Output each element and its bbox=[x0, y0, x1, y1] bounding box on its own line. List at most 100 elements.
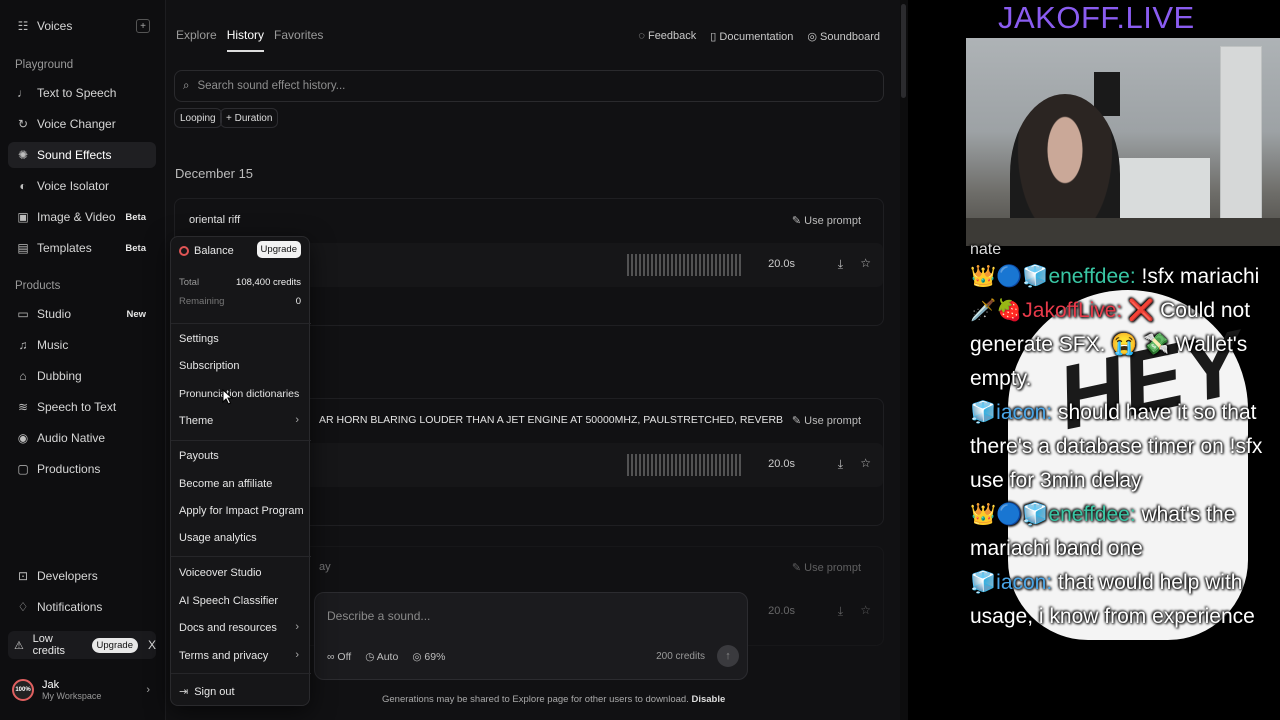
use-prompt-button[interactable]: ✎ Use prompt bbox=[792, 414, 861, 427]
search-input[interactable]: ⌕ Search sound effect history... bbox=[174, 70, 884, 102]
user-menu-trigger[interactable]: 100% Jak My Workspace › bbox=[12, 676, 156, 704]
menu-item-docs-resources[interactable]: Docs and resources bbox=[179, 622, 303, 634]
divider bbox=[171, 673, 311, 674]
sidebar-item-productions[interactable]: ▢ Productions bbox=[8, 456, 156, 482]
sidebar-item-notifications[interactable]: ♢ Notifications bbox=[8, 594, 156, 620]
menu-item-become-affiliate[interactable]: Become an affiliate bbox=[179, 478, 303, 490]
tab-history[interactable]: History bbox=[226, 28, 265, 52]
documentation-link[interactable]: ▯ Documentation bbox=[710, 30, 793, 43]
chat-message: 👑🔵🧊eneffdee: !sfx mariachi bbox=[970, 260, 1278, 294]
menu-item-ai-speech-classifier[interactable]: AI Speech Classifier bbox=[179, 595, 303, 607]
menu-item-terms-privacy[interactable]: Terms and privacy bbox=[179, 650, 303, 662]
menu-item-pronunciation-dictionaries[interactable]: Pronunciation dictionaries bbox=[179, 388, 303, 400]
sidebar-item-voice-changer[interactable]: ↻ Voice Changer bbox=[8, 111, 156, 137]
audio-native-icon: ◉ bbox=[17, 431, 29, 445]
badge-icons: 🗡️🍓 bbox=[970, 299, 1023, 322]
sidebar-item-audio-native[interactable]: ◉ Audio Native bbox=[8, 425, 156, 451]
playground-heading: Playground bbox=[15, 59, 74, 71]
date-heading: December 15 bbox=[175, 166, 254, 181]
disable-sharing-link[interactable]: Disable bbox=[691, 694, 725, 705]
image-video-icon: ▣ bbox=[17, 210, 29, 224]
add-voice-button[interactable]: + bbox=[136, 19, 150, 33]
voices-icon: ☷ bbox=[17, 19, 29, 33]
sound-effects-icon: ✺ bbox=[17, 148, 29, 162]
sidebar-item-sound-effects[interactable]: ✺ Sound Effects bbox=[8, 142, 156, 168]
feedback-link[interactable]: ◌ Feedback bbox=[638, 30, 696, 43]
tab-favorites[interactable]: Favorites bbox=[274, 28, 323, 52]
download-icon[interactable]: ⤓ bbox=[838, 457, 843, 472]
soundboard-link[interactable]: ◎ Soundboard bbox=[807, 30, 880, 43]
voice-changer-icon: ↻ bbox=[17, 117, 29, 131]
top-links: ◌ Feedback ▯ Documentation ◎ Soundboard bbox=[638, 30, 880, 43]
chat-feed: nate 👑🔵🧊eneffdee: !sfx mariachi 🗡️🍓Jakof… bbox=[970, 240, 1278, 634]
sidebar-item-image-video[interactable]: ▣ Image & Video Beta bbox=[8, 204, 156, 230]
divider bbox=[171, 556, 311, 557]
products-heading: Products bbox=[15, 280, 61, 292]
sidebar-item-label: Speech to Text bbox=[37, 400, 117, 414]
sidebar-item-voice-isolator[interactable]: ◐ Voice Isolator bbox=[8, 173, 156, 199]
duration-filter-chip[interactable]: + Duration bbox=[220, 108, 279, 128]
menu-item-impact-program[interactable]: Apply for Impact Program bbox=[179, 505, 304, 517]
tab-explore[interactable]: Explore bbox=[176, 28, 217, 52]
scrollbar-thumb[interactable] bbox=[901, 4, 906, 98]
sidebar-item-label: Notifications bbox=[37, 600, 103, 614]
warning-icon: ⚠ bbox=[14, 639, 24, 652]
menu-item-subscription[interactable]: Subscription bbox=[179, 360, 303, 372]
balance-row: Balance bbox=[179, 245, 234, 257]
sidebar-item-speech-to-text[interactable]: ≋ Speech to Text bbox=[8, 394, 156, 420]
webcam-feed bbox=[966, 38, 1280, 246]
scrollbar[interactable] bbox=[900, 0, 908, 720]
sidebar-item-text-to-speech[interactable]: ♩ Text to Speech bbox=[8, 80, 156, 106]
star-icon[interactable]: ☆ bbox=[860, 256, 871, 270]
looping-filter-chip[interactable]: Looping bbox=[174, 108, 222, 128]
use-prompt-button[interactable]: ✎ Use prompt bbox=[792, 214, 861, 227]
sidebar-item-templates[interactable]: ▤ Templates Beta bbox=[8, 235, 156, 261]
menu-item-usage-analytics[interactable]: Usage analytics bbox=[179, 532, 303, 544]
search-placeholder: Search sound effect history... bbox=[197, 80, 346, 92]
divider bbox=[171, 323, 311, 324]
duration-selector[interactable]: ◷ Auto bbox=[365, 651, 398, 663]
badge-icons: 👑🔵🧊 bbox=[970, 503, 1049, 526]
generate-button[interactable]: ↑ bbox=[717, 645, 739, 667]
star-icon[interactable]: ☆ bbox=[860, 456, 871, 470]
sidebar-item-label: Audio Native bbox=[37, 431, 106, 445]
chat-username: eneffdee: bbox=[1048, 503, 1136, 526]
menu-item-voiceover-studio[interactable]: Voiceover Studio bbox=[179, 567, 303, 579]
sign-out-button[interactable]: ⇥ Sign out bbox=[179, 685, 235, 699]
waveform[interactable] bbox=[627, 254, 743, 276]
composer-options: ∞ Off ◷ Auto ◎ 69% bbox=[327, 651, 445, 663]
download-icon[interactable]: ⤓ bbox=[838, 604, 843, 619]
chevron-right-icon: › bbox=[146, 684, 150, 696]
sidebar-item-developers[interactable]: ⊡ Developers bbox=[8, 563, 156, 589]
sidebar-item-label: Text to Speech bbox=[37, 86, 117, 100]
sidebar-item-voices[interactable]: ☷ Voices + bbox=[8, 13, 156, 39]
prompt-influence-selector[interactable]: ◎ 69% bbox=[412, 651, 445, 663]
sidebar-item-label: Music bbox=[37, 338, 69, 352]
sidebar-item-label: Studio bbox=[37, 307, 72, 321]
remaining-credits: 0 bbox=[295, 296, 301, 307]
chat-message: 🧊iacon: that would help with usage, i kn… bbox=[970, 566, 1278, 634]
menu-item-payouts[interactable]: Payouts bbox=[179, 450, 303, 462]
duration-label: 20.0s bbox=[768, 605, 795, 617]
loop-toggle[interactable]: ∞ Off bbox=[327, 651, 351, 663]
use-prompt-button[interactable]: ✎ Use prompt bbox=[792, 561, 861, 574]
waveform[interactable] bbox=[627, 454, 743, 476]
star-icon[interactable]: ☆ bbox=[860, 603, 871, 617]
close-icon[interactable]: X bbox=[148, 638, 156, 652]
sidebar-item-music[interactable]: ♫ Music bbox=[8, 332, 156, 358]
card-title: AR HORN BLARING LOUDER THAN A JET ENGINE… bbox=[319, 414, 784, 426]
download-icon[interactable]: ⤓ bbox=[838, 257, 843, 272]
menu-item-settings[interactable]: Settings bbox=[179, 333, 303, 345]
arrow-up-icon: ↑ bbox=[725, 650, 731, 662]
sidebar-item-dubbing[interactable]: ⌂ Dubbing bbox=[8, 363, 156, 389]
chat-username: eneffdee: bbox=[1048, 265, 1136, 288]
voice-isolator-icon: ◐ bbox=[19, 179, 27, 193]
sidebar-item-label: Image & Video bbox=[37, 210, 116, 224]
sidebar-item-studio[interactable]: ▭ Studio New bbox=[8, 301, 156, 327]
sidebar-item-label: Dubbing bbox=[37, 369, 82, 383]
menu-item-theme[interactable]: Theme bbox=[179, 415, 303, 427]
upgrade-button[interactable]: Upgrade bbox=[91, 637, 138, 653]
developers-icon: ⊡ bbox=[17, 569, 29, 583]
prompt-input[interactable]: Describe a sound... bbox=[327, 609, 430, 623]
upgrade-button[interactable]: Upgrade bbox=[256, 241, 301, 258]
